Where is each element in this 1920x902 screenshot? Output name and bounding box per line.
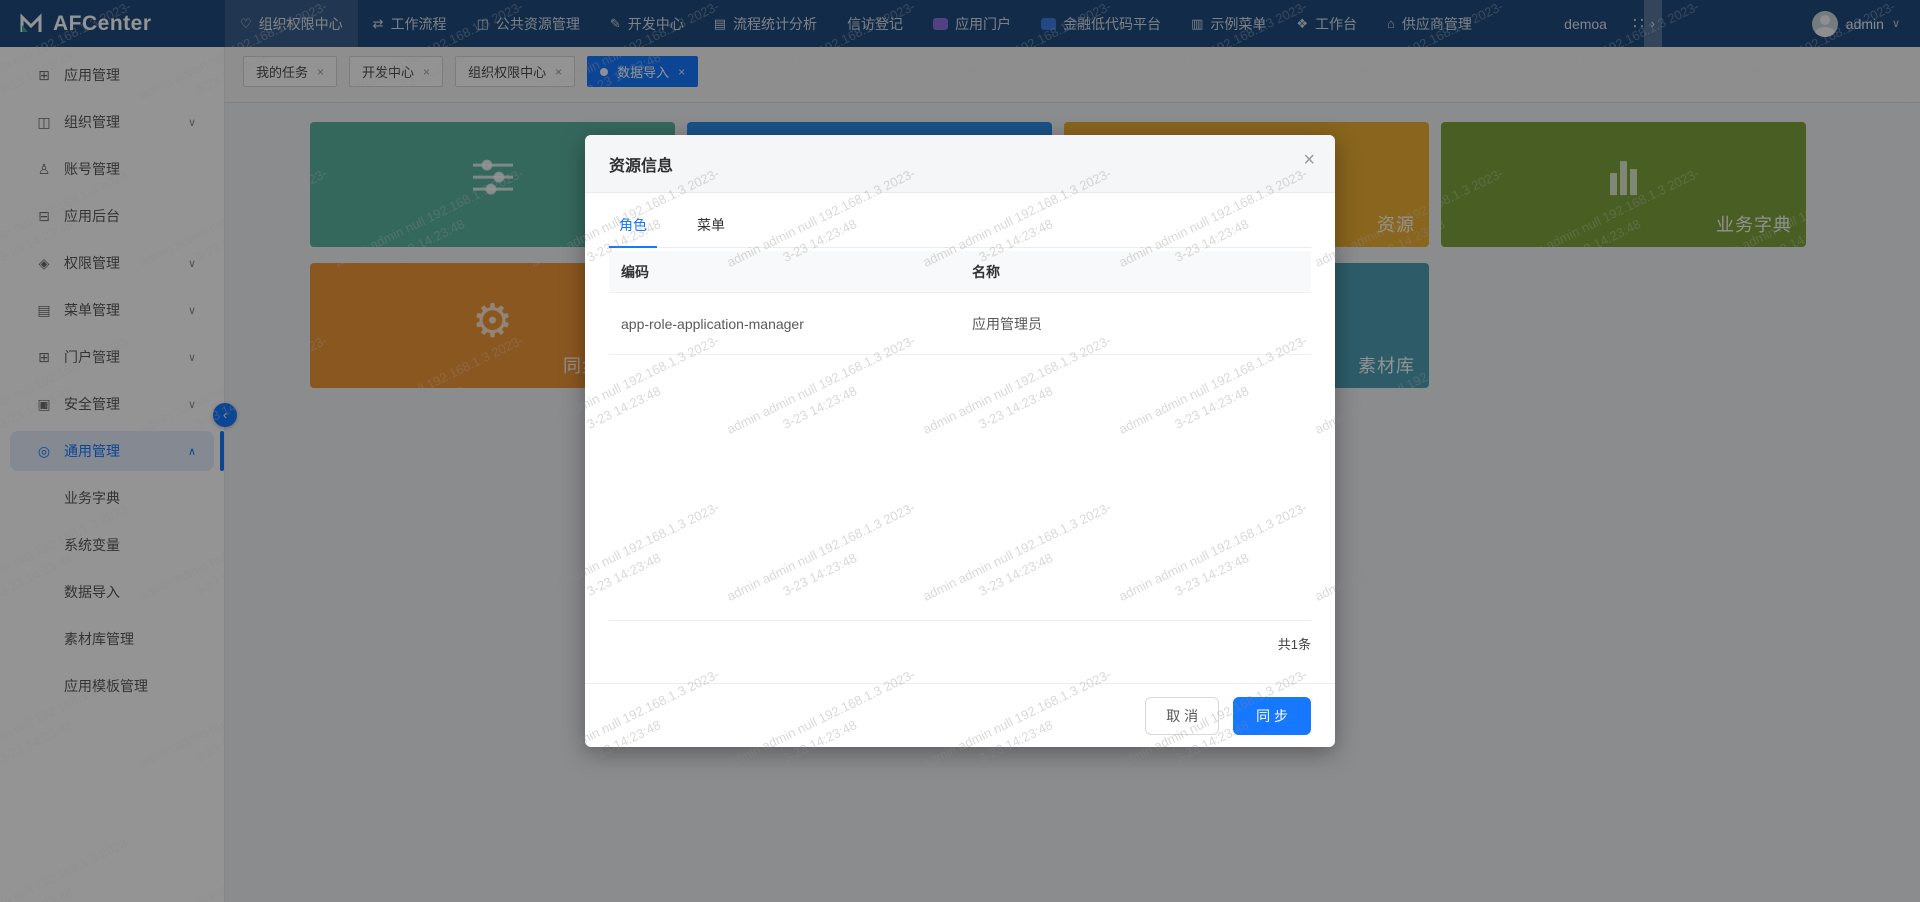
- cancel-button[interactable]: 取 消: [1145, 697, 1219, 735]
- table-header-row: 编码 名称: [609, 251, 1311, 293]
- resource-info-modal: 资源信息 × 角色 菜单 编码 名称 app-role-application-…: [585, 135, 1335, 747]
- table-header-name: 名称: [960, 262, 1311, 282]
- table-row[interactable]: app-role-application-manager 应用管理员: [609, 293, 1311, 355]
- pagination-total: 共1条: [609, 621, 1311, 665]
- table-body: app-role-application-manager 应用管理员: [609, 293, 1311, 355]
- table-empty-space: [609, 355, 1311, 621]
- table-header-code: 编码: [609, 262, 960, 282]
- modal-tab[interactable]: 角色: [609, 207, 657, 247]
- sync-button[interactable]: 同 步: [1233, 697, 1311, 735]
- modal-footer: 取 消 同 步: [585, 683, 1335, 747]
- modal-title: 资源信息: [609, 152, 673, 176]
- modal-body: 角色 菜单 编码 名称 app-role-application-manager…: [585, 193, 1335, 683]
- modal-tabs: 角色 菜单: [609, 193, 1311, 248]
- modal-tab-label: 菜单: [697, 217, 725, 233]
- cell-code: app-role-application-manager: [609, 316, 960, 332]
- modal-tab[interactable]: 菜单: [687, 207, 735, 247]
- close-icon[interactable]: ×: [1303, 149, 1315, 172]
- modal-tab-label: 角色: [619, 217, 647, 233]
- modal-header: 资源信息 ×: [585, 135, 1335, 193]
- cell-name: 应用管理员: [960, 314, 1311, 334]
